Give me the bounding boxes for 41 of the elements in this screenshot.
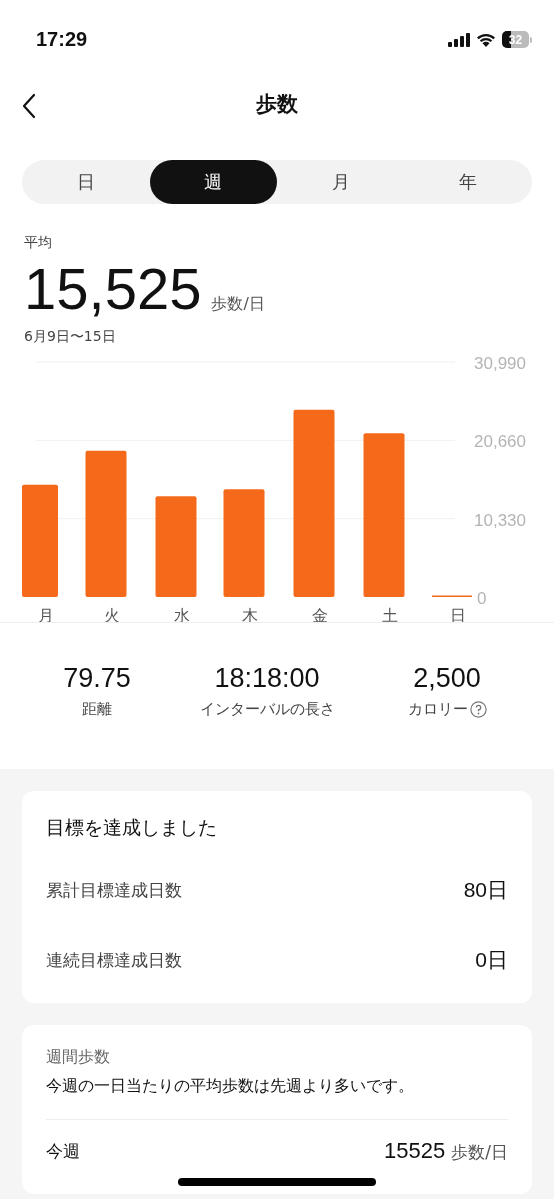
average-value: 15,525 (24, 256, 202, 322)
y-tick-label: 20,660 (474, 432, 526, 452)
page-title: 歩数 (256, 91, 298, 118)
period-tab[interactable]: 年 (404, 160, 532, 204)
help-icon[interactable] (469, 701, 487, 718)
row-label: 今週 (46, 1139, 80, 1163)
bar[interactable] (85, 450, 127, 597)
row-value: 80日 (463, 877, 508, 903)
wifi-icon (476, 32, 496, 47)
signal-icon (448, 32, 470, 47)
card-title: 週間歩数 (46, 1047, 111, 1068)
x-tick-label: 土 (382, 606, 398, 622)
row-label: 連続目標達成日数 (46, 948, 182, 972)
y-tick-label: 10,330 (474, 510, 526, 530)
stat-label: インターバルの長さ (199, 700, 335, 719)
period-tab[interactable]: 日 (22, 160, 150, 204)
row-unit: 歩数/日 (451, 1141, 508, 1164)
average-label: 平均 (24, 234, 53, 252)
bar[interactable] (155, 496, 197, 597)
status-time: 17:29 (36, 28, 88, 51)
y-tick-label: 30,990 (474, 354, 526, 373)
stat-label: カロリー (407, 700, 468, 719)
card-title: 目標を達成しました (46, 815, 218, 840)
period-tab[interactable]: 月 (277, 160, 405, 204)
stat-value: 2,500 (413, 663, 481, 694)
stat-value: 79.75 (63, 663, 131, 694)
bar[interactable] (363, 433, 405, 597)
row-label: 累計目標達成日数 (46, 878, 182, 902)
bar[interactable] (22, 484, 58, 597)
x-tick-label: 金 (312, 606, 328, 622)
row-value: 0日 (475, 947, 508, 973)
stat-value: 18:18:00 (214, 663, 320, 694)
date-range: 6月9日〜15日 (24, 328, 117, 346)
average-unit: 歩数/日 (211, 294, 265, 315)
bar[interactable] (293, 409, 335, 597)
row-value: 15525 (384, 1138, 446, 1164)
stat-label: 距離 (82, 700, 112, 719)
y-tick-label: 0 (477, 589, 487, 608)
card-message: 今週の一日当たりの平均歩数は先週より多いです。 (46, 1076, 415, 1097)
bar[interactable] (223, 489, 265, 597)
period-tab[interactable]: 週 (149, 160, 277, 204)
